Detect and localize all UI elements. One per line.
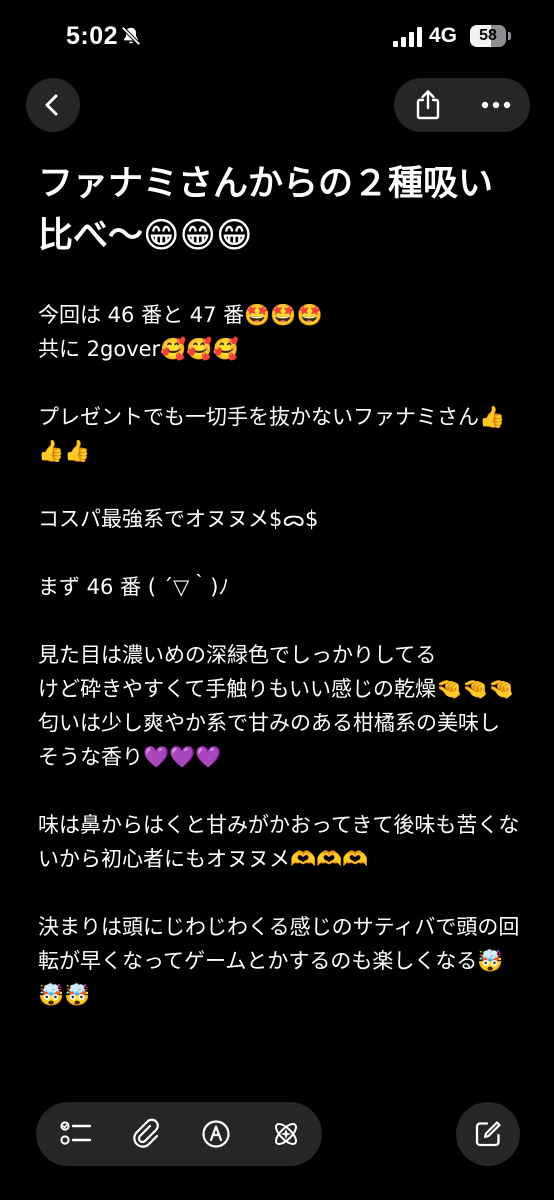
compose-icon (475, 1121, 501, 1147)
note-line: 今回は 46 番と 47 番🤩🤩🤩 (38, 303, 323, 327)
status-time: 5:02 (66, 22, 119, 50)
paperclip-icon (133, 1118, 159, 1148)
bell-slash-icon (121, 26, 141, 46)
attachment-button[interactable] (114, 1102, 178, 1166)
battery-indicator: 58 (470, 25, 506, 47)
note-title[interactable]: ファナミさんからの２種吸い比べ〜😁😁😁 (38, 158, 526, 262)
ai-tools-button[interactable] (254, 1102, 318, 1166)
battery-tip (508, 32, 511, 40)
network-type: 4G (429, 24, 458, 47)
note-line: 共に 2gover🥰🥰🥰 (38, 337, 239, 361)
note-line: プレゼントでも一切手を抜かないファナミさん👍👍👍 (38, 405, 506, 463)
nav-actions (394, 78, 530, 132)
checklist-icon (60, 1121, 92, 1145)
pen-markup-icon (202, 1120, 230, 1148)
compose-button[interactable] (456, 1102, 520, 1166)
chevron-left-icon (45, 94, 58, 116)
status-bar: 5:02 4G 58 (0, 0, 554, 70)
note-line: 決まりは頭にじわじわくる感じのサティバで頭の回転が早くなってゲームとかするのも楽… (38, 915, 520, 1007)
share-icon (416, 90, 440, 120)
back-button[interactable] (26, 78, 80, 132)
note-line: まず 46 番 ( ´▽｀)ﾉ (38, 575, 229, 599)
note-line: 見た目は濃いめの深緑色でしっかりしてる (38, 643, 437, 667)
ellipsis-icon (481, 101, 511, 109)
note-body[interactable]: 今回は 46 番と 47 番🤩🤩🤩 共に 2gover🥰🥰🥰 プレゼントでも一切手を… (38, 298, 520, 1012)
bottom-toolbar (36, 1102, 322, 1166)
checklist-button[interactable] (44, 1102, 108, 1166)
note-line: 味は鼻からはくと甘みがかおってきて後味も苦くないから初心者にもオヌヌメ🫶🫶🫶 (38, 813, 520, 871)
cellular-signal-icon (393, 27, 422, 47)
note-line: けど砕きやすくて手触りもいい感じの乾燥🤏🤏🤏 (38, 677, 515, 701)
more-button[interactable] (462, 78, 530, 132)
share-button[interactable] (394, 78, 462, 132)
note-line: コスパ最強系でオヌヌメ$ᯅ$ (38, 507, 319, 531)
note-line: 匂いは少し爽やか系で甘みのある柑橘系の美味しそうな香り💜💜💜 (38, 711, 500, 769)
battery-level: 58 (479, 27, 497, 44)
markup-button[interactable] (184, 1102, 248, 1166)
sparkle-ai-icon (275, 1123, 297, 1145)
